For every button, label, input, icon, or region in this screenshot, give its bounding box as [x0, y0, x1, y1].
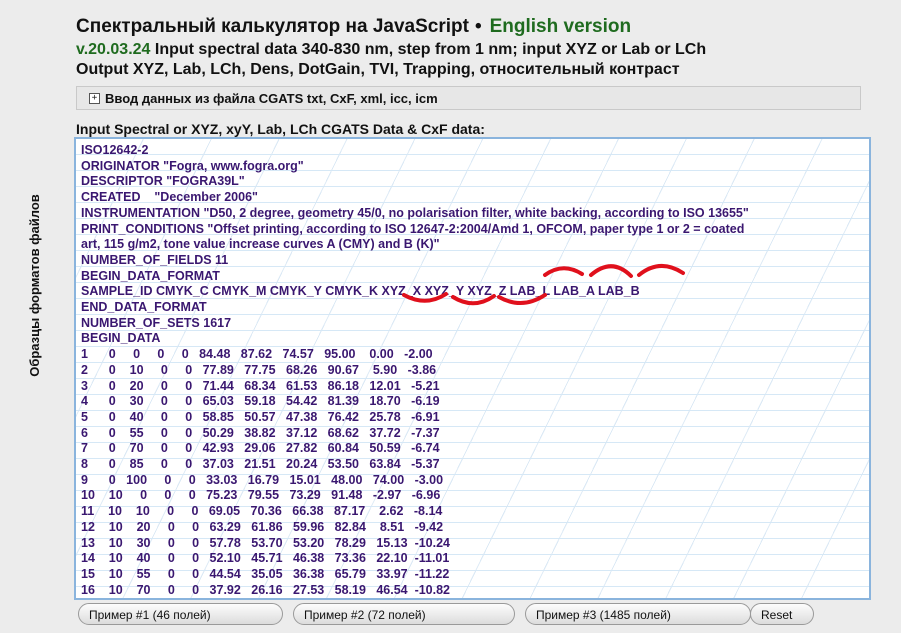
bullet-separator: • [474, 16, 482, 37]
file-input-panel[interactable]: + Ввод данных из файла CGATS txt, CxF, x… [76, 86, 861, 110]
header-line-2: v.20.03.24 Input spectral data 340-830 n… [76, 40, 896, 60]
page-header: Спектральный калькулятор на JavaScript • E… [76, 14, 896, 80]
data-textarea[interactable]: ISO12642-2 ORIGINATOR "Fogra, www.fogra.… [74, 137, 871, 600]
page-title: Спектральный калькулятор на JavaScript • E… [76, 14, 896, 40]
data-textarea-content[interactable]: ISO12642-2 ORIGINATOR "Fogra, www.fogra.… [76, 139, 869, 598]
expand-plus-icon[interactable]: + [89, 92, 100, 104]
reset-button[interactable]: Reset [750, 603, 814, 625]
version-label: v.20.03.24 [76, 41, 151, 58]
title-text: Спектральный калькулятор на JavaScript [76, 16, 469, 37]
example-1-button[interactable]: Пример #1 (46 полей) [78, 603, 283, 625]
english-version-link[interactable]: English version [490, 16, 631, 37]
example-3-button[interactable]: Пример #3 (1485 полей) [525, 603, 751, 625]
sidebar-vertical-label: Образцы форматов файлов [12, 160, 56, 410]
example-2-button[interactable]: Пример #2 (72 полей) [293, 603, 515, 625]
file-input-label[interactable]: Ввод данных из файла CGATS txt, CxF, xml… [105, 91, 438, 106]
input-description: Input spectral data 340-830 nm, step fro… [154, 41, 707, 58]
output-description: Output XYZ, Lab, LCh, Dens, DotGain, TVI… [76, 61, 680, 78]
example-buttons: Пример #1 (46 полей) Пример #2 (72 полей… [78, 603, 901, 633]
format-samples-label: Образцы форматов файлов [26, 193, 42, 377]
input-data-label: Input Spectral or XYZ, xyY, Lab, LCh CGA… [76, 121, 485, 137]
